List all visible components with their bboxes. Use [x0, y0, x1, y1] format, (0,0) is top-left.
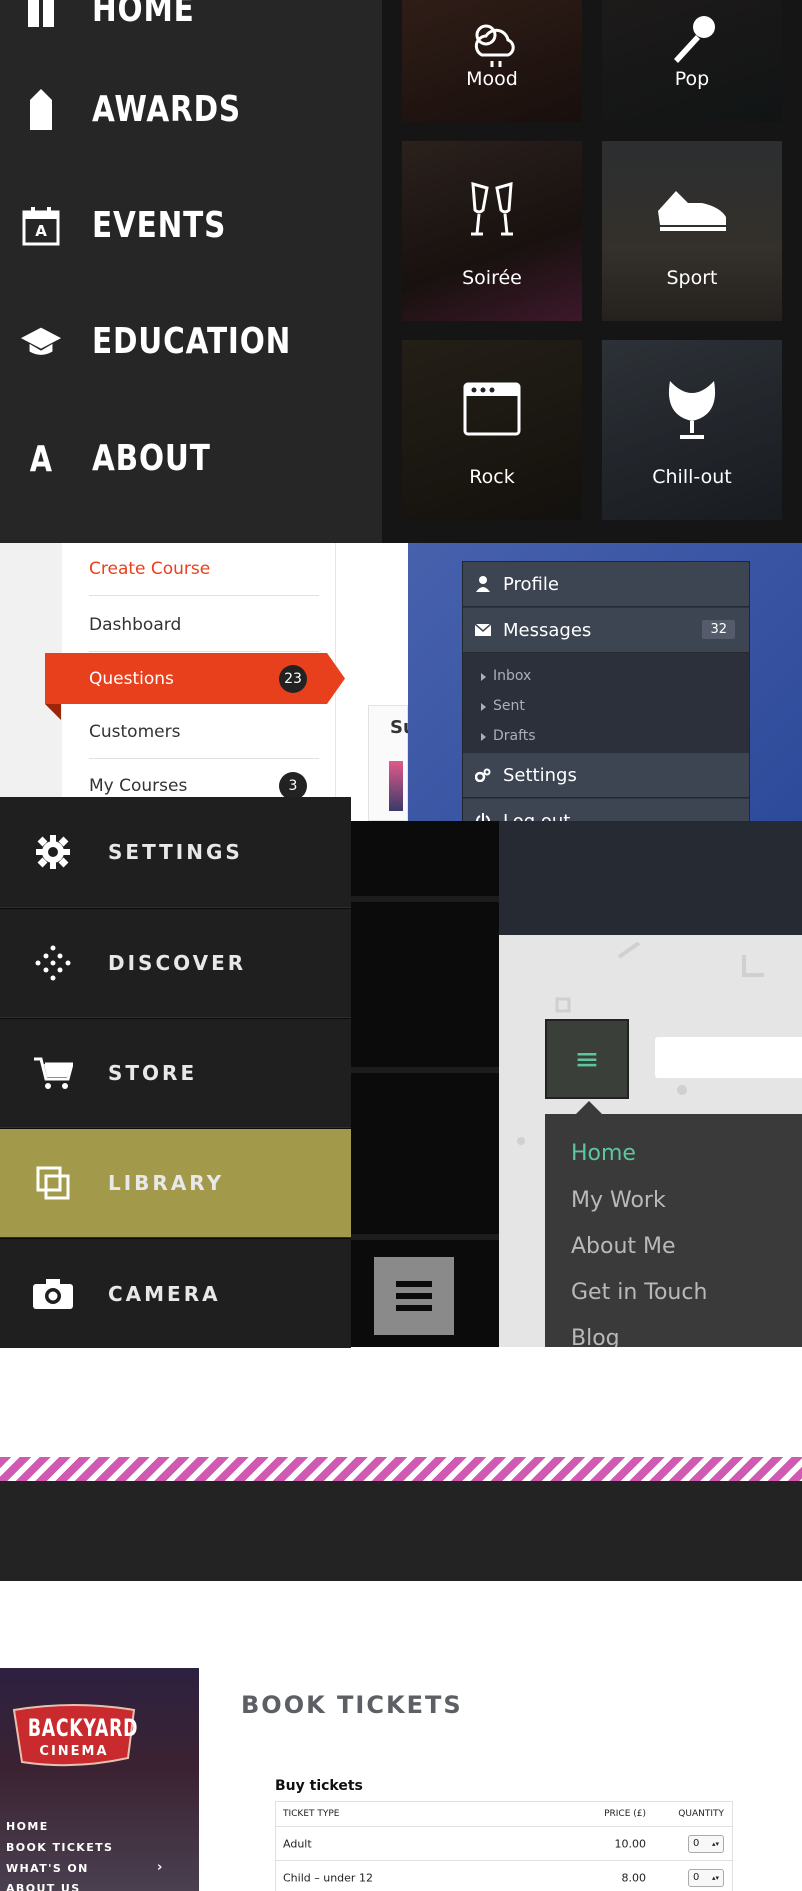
- camera-icon: [30, 1271, 76, 1317]
- tile-label: Rock: [469, 466, 515, 488]
- nav-item-home[interactable]: HOME: [0, 0, 382, 50]
- stepper-arrows-icon: ▴▾: [711, 1873, 719, 1882]
- tile-label: Sport: [666, 267, 718, 289]
- menu-item-about-me[interactable]: About Me: [571, 1234, 676, 1259]
- gear-icon: [30, 829, 76, 875]
- collage-root: HOME AWARDS A EVENTS EDUCATION A ABOUT M…: [0, 0, 802, 1891]
- menu-item-messages[interactable]: Messages 32: [463, 608, 749, 653]
- dropdown-pointer: [576, 1101, 602, 1114]
- nav-item-library[interactable]: LIBRARY: [0, 1129, 351, 1238]
- menu-item-questions[interactable]: Questions 23: [89, 652, 319, 705]
- tile-label: Pop: [674, 68, 710, 90]
- tile-chill-out[interactable]: Chill-out: [602, 340, 782, 520]
- tile-soiree[interactable]: Soirée: [402, 141, 582, 321]
- search-input[interactable]: [655, 1037, 802, 1078]
- nav-label: AWARDS: [92, 89, 242, 130]
- nav-item-settings[interactable]: SETTINGS: [0, 797, 351, 908]
- graduation-cap-icon: [20, 321, 62, 363]
- tile-pop[interactable]: Pop: [602, 0, 782, 122]
- cinema-nav-whats-on[interactable]: WHAT'S ON: [6, 1862, 89, 1875]
- egg-chair-icon: [668, 381, 716, 440]
- quantity-select[interactable]: 0 ▴▾: [688, 1834, 724, 1853]
- submenu-drafts[interactable]: Drafts: [481, 728, 536, 744]
- submenu-inbox[interactable]: Inbox: [480, 668, 531, 684]
- count-badge: 23: [279, 664, 307, 693]
- cinema-nav-book-tickets[interactable]: BOOK TICKETS: [6, 1841, 113, 1854]
- cart-icon: [30, 1050, 76, 1096]
- portfolio-header-bar: [499, 821, 802, 935]
- tile-label: Soirée: [462, 267, 522, 289]
- quantity-select[interactable]: 0 ▴▾: [688, 1868, 724, 1887]
- nav-item-about[interactable]: A ABOUT: [0, 419, 382, 499]
- discover-dots-icon: [30, 940, 76, 986]
- music-category-grid: Mood Pop Soirée Sport Rock Chill-out: [382, 0, 802, 543]
- profile-menu-panel: Profile Messages 32 Inbox Sent Drafts Se…: [408, 543, 802, 844]
- menu-item-profile[interactable]: Profile: [463, 562, 749, 607]
- menu-item-settings[interactable]: Settings: [463, 753, 749, 798]
- table-header: TICKET TYPE PRICE (£) QUANTITY: [276, 1802, 732, 1827]
- tile-label: Mood: [466, 68, 518, 90]
- amplifier-icon: [463, 382, 521, 436]
- decorative-stripe: [0, 1457, 802, 1481]
- nav-label: HOME: [92, 0, 195, 30]
- nav-item-events[interactable]: A EVENTS: [0, 186, 382, 266]
- section-heading: Buy tickets: [275, 1778, 363, 1794]
- nav-item-education[interactable]: EDUCATION: [0, 302, 382, 382]
- letter-a-icon: A: [29, 438, 53, 480]
- menu-item-customers[interactable]: Customers: [89, 706, 319, 759]
- table-row: Child – under 12 8.00 0 ▴▾: [276, 1861, 732, 1891]
- menu-item-my-work[interactable]: My Work: [571, 1188, 666, 1213]
- count-badge: 3: [279, 771, 307, 800]
- logo-text-bottom: CINEMA: [39, 1744, 109, 1759]
- messages-count-badge: 32: [702, 620, 735, 639]
- ticket-table: TICKET TYPE PRICE (£) QUANTITY Adult 10.…: [275, 1801, 733, 1891]
- submenu-sent[interactable]: Sent: [481, 698, 525, 714]
- hamburger-menu-button[interactable]: [374, 1257, 454, 1335]
- tile-mood[interactable]: Mood: [402, 0, 582, 122]
- calendar-icon: A: [20, 205, 62, 247]
- nav-item-discover[interactable]: DISCOVER: [0, 909, 351, 1018]
- microphone-icon: [674, 16, 715, 63]
- logo-text-top: BACKYARD: [27, 1714, 139, 1742]
- home-icon: [20, 0, 62, 31]
- user-icon: [463, 576, 503, 592]
- weather-icon: [474, 24, 515, 67]
- calendar-letter: A: [35, 222, 47, 240]
- library-icon: [30, 1160, 76, 1206]
- page-title: BOOK TICKETS: [241, 1691, 463, 1719]
- menu-item-dashboard[interactable]: Dashboard: [89, 599, 319, 652]
- tile-rock[interactable]: Rock: [402, 340, 582, 520]
- profile-menu: Profile Messages 32 Inbox Sent Drafts Se…: [462, 561, 750, 844]
- hamburger-icon: ≡: [574, 1041, 600, 1077]
- tile-sport[interactable]: Sport: [602, 141, 782, 321]
- nav-item-awards[interactable]: AWARDS: [0, 70, 382, 150]
- chevron-right-icon: ›: [157, 1860, 164, 1875]
- sneaker-icon: [658, 191, 726, 232]
- tile-label: Chill-out: [652, 466, 732, 488]
- menu-toggle-button[interactable]: ≡: [545, 1019, 629, 1099]
- cinema-nav-about-us[interactable]: ABOUT US: [6, 1882, 81, 1891]
- nav-label: EVENTS: [92, 205, 227, 246]
- stepper-arrows-icon: ▴▾: [711, 1839, 719, 1848]
- envelope-icon: [463, 624, 503, 636]
- dark-band: [0, 1481, 802, 1581]
- hamburger-icon: [396, 1281, 432, 1287]
- award-tag-icon: [20, 89, 62, 131]
- cinema-nav-home[interactable]: HOME: [6, 1820, 49, 1833]
- table-row: Adult 10.00 0 ▴▾: [276, 1827, 732, 1861]
- champagne-glasses-icon: [471, 182, 513, 236]
- nav-label: EDUCATION: [92, 321, 292, 362]
- nav-label: ABOUT: [92, 438, 211, 479]
- dark-nav-panel: HOME AWARDS A EVENTS EDUCATION A ABOUT: [0, 0, 382, 543]
- menu-item-home[interactable]: Home: [571, 1141, 636, 1166]
- backyard-cinema-logo[interactable]: BACKYARD CINEMA: [10, 1702, 138, 1776]
- menu-item-get-in-touch[interactable]: Get in Touch: [571, 1280, 707, 1305]
- gears-icon: [463, 768, 503, 782]
- create-course-link[interactable]: Create Course: [89, 543, 319, 596]
- nav-item-store[interactable]: STORE: [0, 1019, 351, 1128]
- menu-item-blog[interactable]: Blog: [571, 1326, 620, 1347]
- nav-item-camera[interactable]: CAMERA: [0, 1239, 351, 1348]
